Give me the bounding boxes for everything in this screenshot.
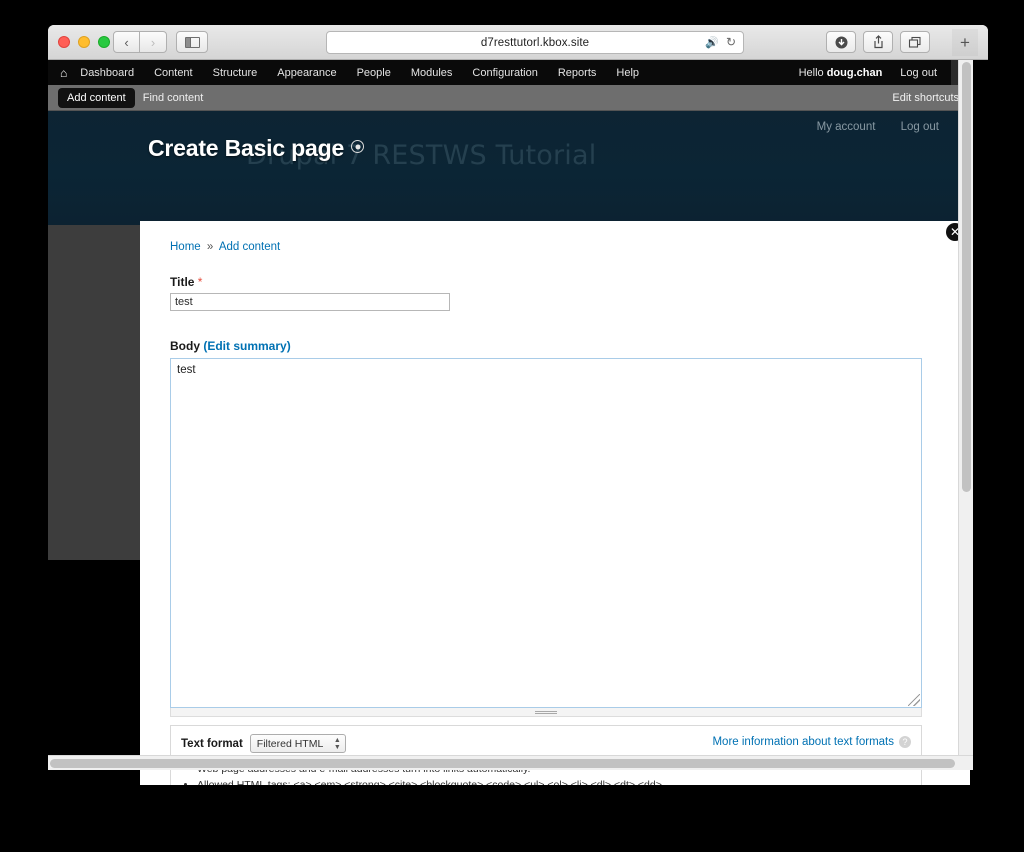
drupal-admin-toolbar: ⌂ Dashboard Content Structure Appearance…	[48, 60, 973, 85]
navigation-buttons: ‹ ›	[113, 31, 167, 53]
edit-shortcuts-link[interactable]: Edit shortcuts	[892, 92, 959, 104]
close-window-button[interactable]	[58, 36, 70, 48]
home-icon[interactable]: ⌂	[60, 66, 67, 80]
body-textarea-wrapper	[170, 358, 922, 708]
show-tabs-button[interactable]	[900, 31, 930, 53]
minimize-window-button[interactable]	[78, 36, 90, 48]
forward-button[interactable]: ›	[140, 31, 167, 53]
sidebar-icon	[184, 36, 200, 48]
title-input[interactable]	[170, 293, 450, 311]
url-text: d7resttutorl.kbox.site	[480, 36, 590, 49]
resize-grip-icon[interactable]	[908, 694, 920, 706]
title-field-group: Title *	[170, 275, 940, 311]
shortcut-find-content[interactable]: Find content	[143, 92, 204, 104]
breadcrumb: Home » Add content	[170, 241, 940, 253]
shortcut-add-content[interactable]: Add content	[58, 87, 135, 108]
toolbar-user-area: Hello doug.chan Log out ▼	[799, 60, 973, 85]
body-label-text: Body	[170, 339, 200, 353]
text-format-select[interactable]: Filtered HTML ▲ ▼	[249, 734, 346, 753]
browser-window: ‹ › d7resttutorl.kbox.site 🔊 ↻ + ⌂ Dashb…	[48, 25, 988, 785]
browser-titlebar: ‹ › d7resttutorl.kbox.site 🔊 ↻ +	[48, 25, 988, 60]
page-viewport: ⌂ Dashboard Content Structure Appearance…	[48, 60, 988, 785]
horizontal-scrollbar[interactable]	[48, 755, 973, 770]
toolbar-item-reports[interactable]: Reports	[558, 67, 597, 79]
maximize-window-button[interactable]	[98, 36, 110, 48]
download-icon	[835, 36, 847, 48]
text-format-tip: Allowed HTML tags: <a> <em> <strong> <ci…	[197, 777, 911, 785]
address-bar-actions: 🔊 ↻	[705, 35, 736, 49]
user-greeting: Hello doug.chan	[799, 67, 883, 79]
title-field-label: Title *	[170, 275, 940, 289]
modal-content: Home » Add content Title * Body	[140, 221, 970, 785]
text-format-label: Text format	[181, 737, 243, 750]
my-account-link[interactable]: My account	[817, 121, 876, 133]
horizontal-scrollbar-thumb[interactable]	[50, 759, 955, 768]
page-title-text: Create Basic page	[148, 135, 345, 161]
new-tab-button[interactable]: +	[952, 29, 978, 56]
toolbar-item-structure[interactable]: Structure	[213, 67, 258, 79]
drupal-page: ⌂ Dashboard Content Structure Appearance…	[48, 60, 973, 785]
edit-summary-link[interactable]: (Edit summary)	[203, 339, 290, 353]
text-format-selected-value: Filtered HTML	[256, 737, 324, 750]
sidebar-toggle-button[interactable]	[176, 31, 208, 53]
header-logout-link[interactable]: Log out	[901, 121, 939, 133]
page-title: Create Basic page	[148, 135, 365, 162]
toolbar-logout-link[interactable]: Log out	[900, 67, 937, 79]
site-header: My account Log out Drupal 7 RESTWS Tutor…	[48, 111, 973, 226]
title-label-text: Title	[170, 275, 195, 289]
tabs-icon	[908, 36, 921, 48]
header-user-links: My account Log out	[795, 121, 939, 133]
vertical-scrollbar-thumb[interactable]	[962, 62, 971, 492]
help-icon[interactable]: ?	[899, 736, 911, 748]
toolbar-item-appearance[interactable]: Appearance	[277, 67, 336, 79]
address-bar[interactable]: d7resttutorl.kbox.site 🔊 ↻	[326, 31, 744, 54]
username: doug.chan	[826, 66, 883, 79]
title-marker-icon	[351, 140, 365, 153]
greeting-prefix: Hello	[798, 66, 827, 79]
drupal-shortcut-bar: Add content Find content Edit shortcuts	[48, 85, 973, 111]
breadcrumb-current[interactable]: Add content	[219, 241, 280, 253]
toolbar-item-configuration[interactable]: Configuration	[472, 67, 537, 79]
body-field-group: Body (Edit summary)	[170, 339, 940, 717]
share-icon	[873, 35, 883, 49]
toolbar-item-dashboard[interactable]: Dashboard	[80, 67, 134, 79]
add-content-modal: ✕ Home » Add content Title * test Body (…	[140, 221, 970, 785]
speaker-icon[interactable]: 🔊	[705, 36, 719, 49]
downloads-button[interactable]	[826, 31, 856, 53]
share-button[interactable]	[863, 31, 893, 53]
toolbar-item-people[interactable]: People	[357, 67, 391, 79]
textarea-grippie[interactable]	[170, 708, 922, 717]
reload-icon[interactable]: ↻	[726, 35, 736, 49]
breadcrumb-home[interactable]: Home	[170, 241, 201, 253]
toolbar-item-modules[interactable]: Modules	[411, 67, 453, 79]
toolbar-actions	[826, 31, 930, 53]
more-info-text-formats-link[interactable]: More information about text formats ?	[712, 736, 911, 748]
body-textarea[interactable]	[171, 359, 921, 707]
window-controls	[58, 36, 110, 48]
toolbar-item-help[interactable]: Help	[616, 67, 639, 79]
back-button[interactable]: ‹	[113, 31, 140, 53]
breadcrumb-separator: »	[206, 241, 214, 253]
stepper-arrows-icon: ▲ ▼	[333, 737, 341, 751]
more-info-label: More information about text formats	[712, 736, 894, 748]
vertical-scrollbar[interactable]	[958, 60, 973, 770]
body-field-label: Body (Edit summary)	[170, 339, 940, 353]
required-marker: *	[197, 275, 203, 289]
toolbar-item-content[interactable]: Content	[154, 67, 193, 79]
